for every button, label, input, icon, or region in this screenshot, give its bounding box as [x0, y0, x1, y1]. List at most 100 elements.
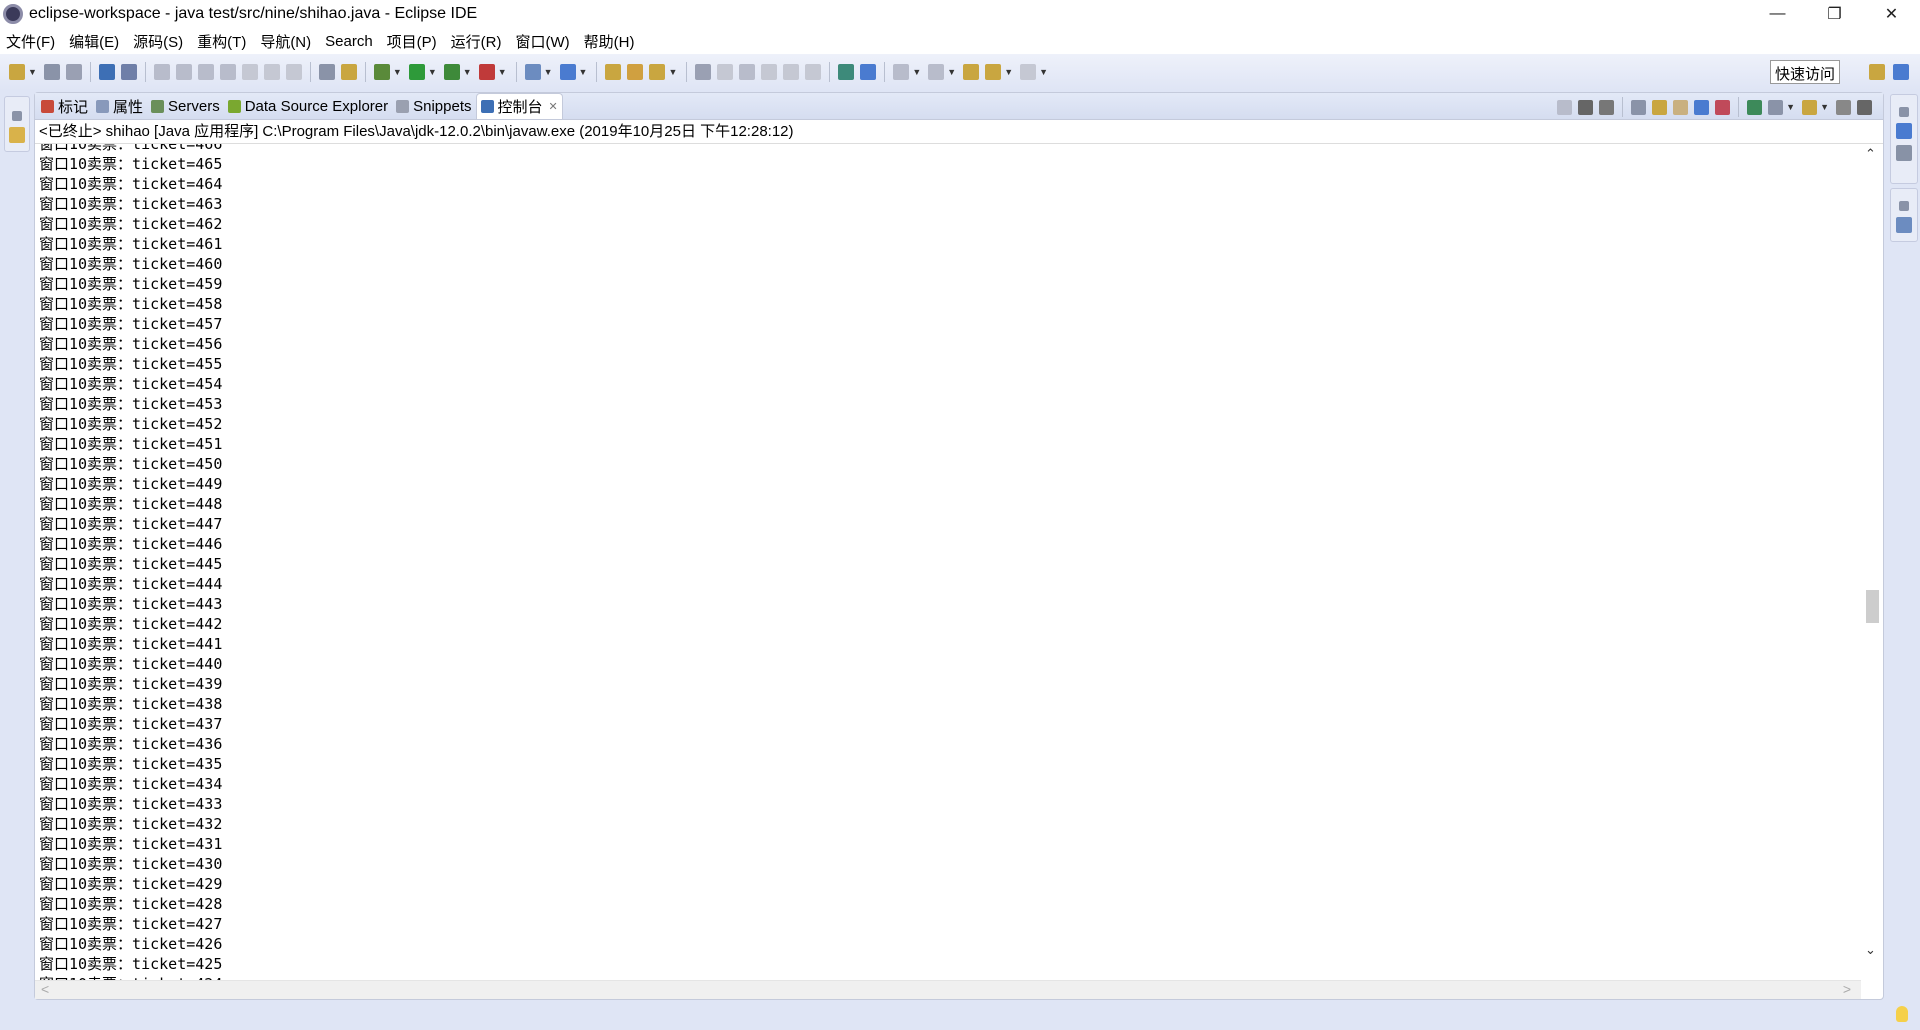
debug-icon[interactable] [373, 64, 390, 80]
scrollbar-thumb[interactable] [1866, 590, 1879, 623]
restore-icon[interactable] [1899, 107, 1909, 117]
remove-launch-icon[interactable] [1578, 99, 1594, 115]
editor-icon[interactable] [1896, 217, 1912, 233]
quick-access-field[interactable]: 快速访问 [1769, 60, 1840, 84]
back-history-icon[interactable] [985, 64, 1002, 80]
forward-icon[interactable] [1020, 64, 1037, 80]
chevron-down-icon[interactable]: ▼ [498, 67, 507, 77]
block-selection-icon[interactable] [783, 64, 800, 80]
open-type-icon[interactable] [605, 64, 622, 80]
chevron-down-icon[interactable]: ▼ [1004, 67, 1013, 77]
open-console-icon[interactable] [1802, 99, 1818, 115]
open-task-icon[interactable] [627, 64, 644, 80]
scroll-lock-icon[interactable] [1652, 99, 1668, 115]
chevron-down-icon[interactable]: ▼ [393, 67, 402, 77]
java-ee-perspective-icon[interactable] [1893, 64, 1909, 80]
chevron-down-icon[interactable]: ▼ [579, 67, 588, 77]
menu-item[interactable]: 文件(F) [6, 31, 55, 52]
menu-item[interactable]: 编辑(E) [69, 31, 119, 52]
word-wrap-icon[interactable] [1673, 99, 1689, 115]
resume-icon[interactable] [153, 64, 170, 80]
menu-item[interactable]: 帮助(H) [584, 31, 635, 52]
menu-item[interactable]: 项目(P) [387, 31, 437, 52]
run-icon[interactable] [408, 64, 425, 80]
outline-icon[interactable] [1896, 123, 1912, 139]
scroll-down-icon[interactable]: ⌄ [1865, 942, 1876, 958]
display-console-icon[interactable] [1768, 99, 1784, 115]
new-icon[interactable] [9, 64, 25, 80]
save-all-icon[interactable] [65, 64, 82, 80]
menu-item[interactable]: 重构(T) [197, 31, 246, 52]
minimize-button[interactable]: — [1749, 0, 1806, 28]
minimize-view-icon[interactable] [1836, 99, 1851, 115]
chevron-down-icon[interactable]: ▼ [668, 67, 677, 77]
task-list-icon[interactable] [1896, 145, 1912, 161]
back-icon[interactable] [963, 64, 980, 80]
menu-item[interactable]: 源码(S) [133, 31, 183, 52]
toggle-ant-icon[interactable] [695, 64, 712, 80]
globe-icon[interactable] [838, 64, 855, 80]
chevron-down-icon[interactable]: ▼ [428, 67, 437, 77]
chevron-down-icon[interactable]: ▼ [1786, 102, 1795, 112]
prev-annotation-icon[interactable] [761, 64, 778, 80]
chevron-down-icon[interactable]: ▼ [1820, 102, 1829, 112]
chevron-down-icon[interactable]: ▼ [947, 67, 956, 77]
external-tools-icon[interactable] [478, 64, 495, 80]
save-icon[interactable] [43, 64, 60, 80]
pin-console-icon[interactable] [1747, 99, 1763, 115]
coverage-icon[interactable] [443, 64, 460, 80]
terminate-icon[interactable] [197, 64, 214, 80]
remove-all-terminated-icon[interactable] [1599, 99, 1615, 115]
menu-item[interactable]: 窗口(W) [516, 31, 570, 52]
step-into-icon[interactable] [241, 64, 258, 80]
annotation-icon[interactable] [717, 64, 734, 80]
scroll-left-icon[interactable]: < [41, 981, 49, 997]
close-button[interactable]: ✕ [1863, 0, 1920, 28]
disconnect-icon[interactable] [219, 64, 236, 80]
step-return-icon[interactable] [285, 64, 302, 80]
next-annotation-icon[interactable] [739, 64, 756, 80]
tab-data-source[interactable]: Data Source Explorer [224, 93, 392, 119]
chevron-down-icon[interactable]: ▼ [912, 67, 921, 77]
restore-button[interactable]: ❐ [1806, 0, 1863, 28]
chevron-down-icon[interactable]: ▼ [544, 67, 553, 77]
next-edit-icon[interactable] [893, 64, 910, 80]
show-on-stdout-icon[interactable] [1694, 99, 1710, 115]
scroll-up-icon[interactable]: ⌃ [1865, 146, 1876, 162]
show-whitespace-icon[interactable] [805, 64, 822, 80]
tab-servers[interactable]: Servers [147, 93, 224, 119]
show-on-stderr-icon[interactable] [1715, 99, 1731, 115]
tab-markers[interactable]: 标记 [37, 93, 92, 119]
link-icon[interactable] [860, 64, 877, 80]
suspend-icon[interactable] [175, 64, 192, 80]
chevron-down-icon[interactable]: ▼ [463, 67, 472, 77]
open-perspective-icon[interactable] [1869, 64, 1885, 80]
tab-snippets[interactable]: Snippets [392, 93, 475, 119]
vertical-scrollbar[interactable]: ⌃ ⌄ [1861, 144, 1883, 982]
close-tab-icon[interactable]: ✕ [549, 100, 558, 113]
step-over-icon[interactable] [263, 64, 280, 80]
tab-console[interactable]: 控制台 ✕ [475, 93, 563, 119]
restore-icon[interactable] [1899, 201, 1909, 211]
pin-icon[interactable] [928, 64, 945, 80]
new-class-icon[interactable] [559, 64, 576, 80]
new-java-project-icon[interactable] [524, 64, 541, 80]
chevron-down-icon[interactable]: ▼ [28, 67, 37, 77]
horizontal-scrollbar[interactable]: < > [35, 980, 1861, 999]
search-icon[interactable] [649, 64, 666, 80]
skip-breakpoints-icon[interactable] [120, 64, 137, 80]
menu-item[interactable]: 导航(N) [260, 31, 311, 52]
console-output[interactable]: 窗口10卖票：ticket=466 窗口10卖票：ticket=465 窗口10卖票… [35, 144, 1861, 982]
terminate-icon[interactable] [1557, 99, 1573, 115]
use-step-filters-icon[interactable] [318, 64, 335, 80]
tab-properties[interactable]: 属性 [92, 93, 147, 119]
open-console-icon[interactable] [98, 64, 115, 80]
menu-item[interactable]: 运行(R) [451, 31, 502, 52]
restore-icon[interactable] [12, 111, 22, 121]
scroll-right-icon[interactable]: > [1843, 981, 1851, 997]
menu-item[interactable]: Search [325, 33, 373, 50]
maximize-view-icon[interactable] [1857, 99, 1872, 115]
chevron-down-icon[interactable]: ▼ [1039, 67, 1048, 77]
clear-console-icon[interactable] [1631, 99, 1647, 115]
drop-to-frame-icon[interactable] [340, 64, 357, 80]
